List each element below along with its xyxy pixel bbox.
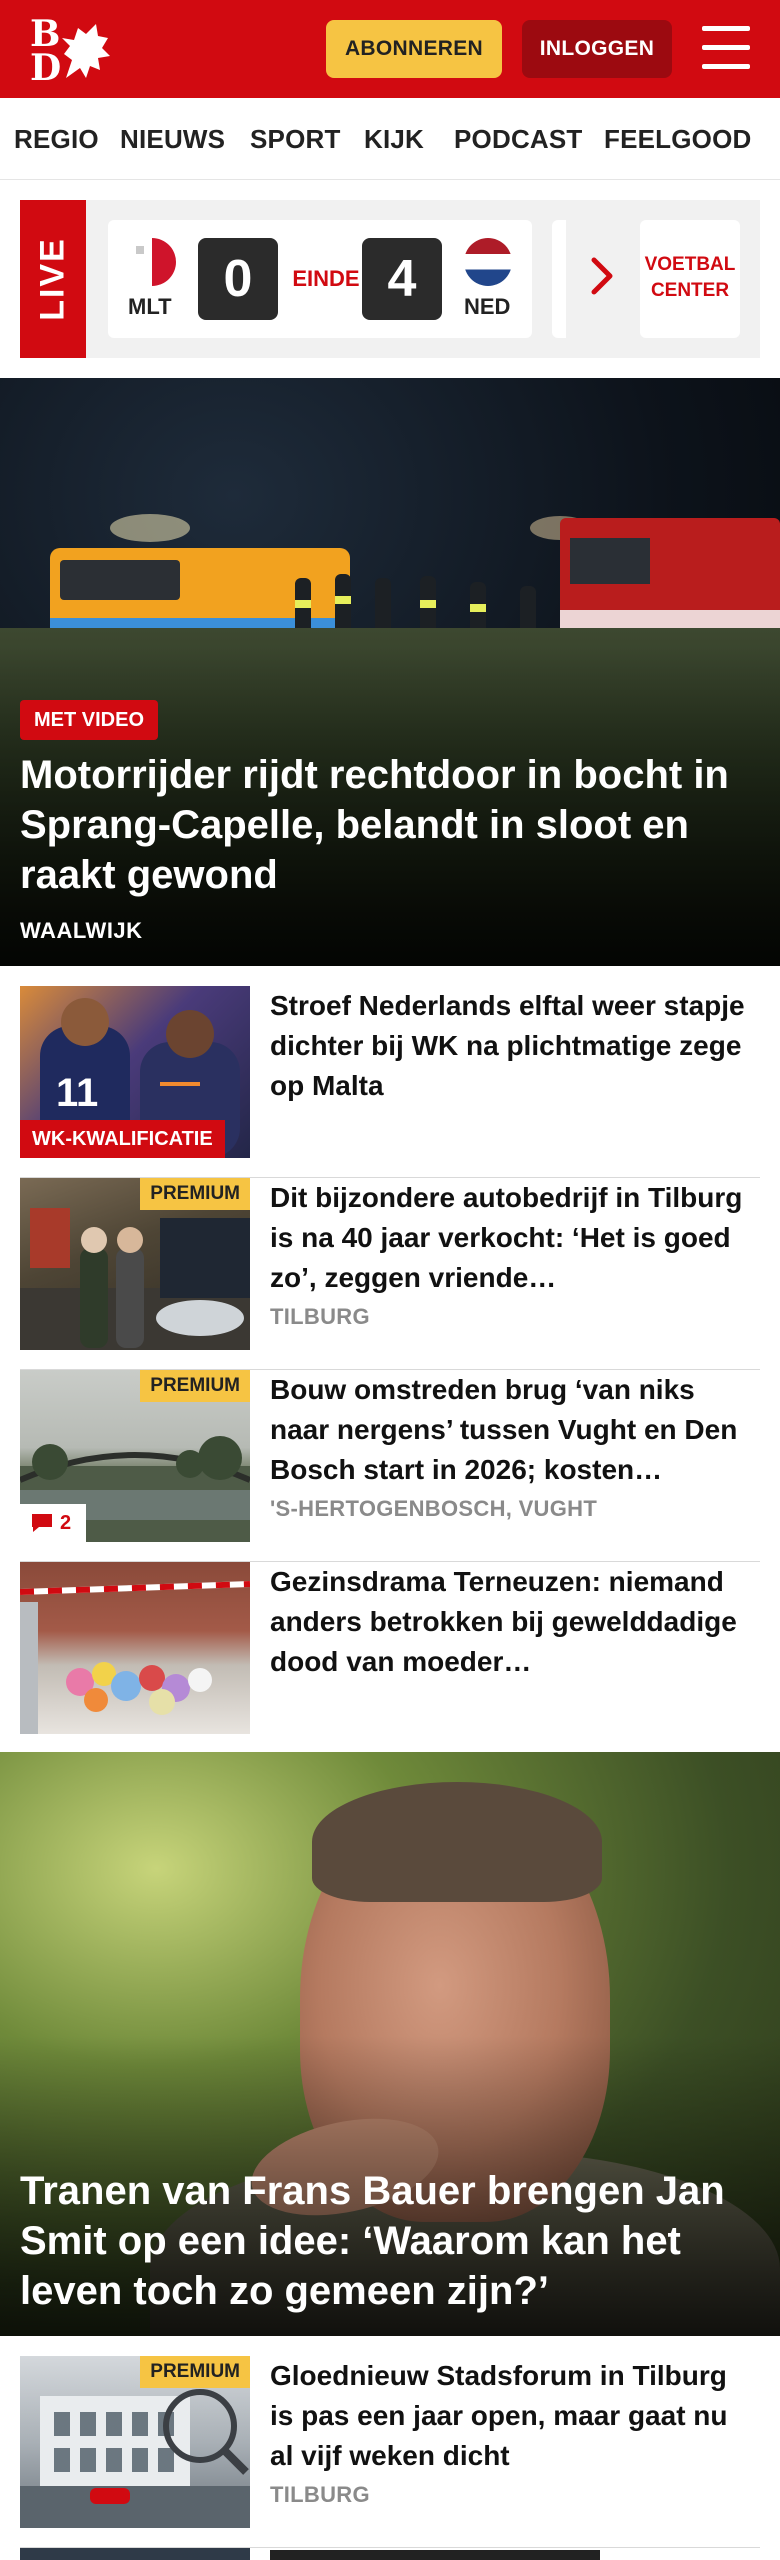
next-match-card[interactable] [552,220,566,338]
site-logo[interactable]: B D [26,16,116,86]
login-button[interactable]: INLOGGEN [522,20,672,78]
article-title[interactable]: Gloednieuw Stadsforum in Tilburg is pas … [270,2356,754,2476]
netherlands-flag-icon [464,238,512,286]
nav-item-sport[interactable]: SPORT [250,124,341,155]
nav-item-feelgood[interactable]: FEELGOOD [604,124,752,155]
hamburger-menu-icon[interactable] [700,26,752,70]
live-label: LIVE [33,237,72,321]
article-thumbnail [20,1562,250,1734]
list-item[interactable]: Gezinsdrama Terneuzen: niemand anders be… [20,1562,760,1754]
away-score: 4 [362,238,442,320]
hero-location: WAALWIJK [20,918,143,943]
match-status: EINDE [292,266,360,291]
comment-count[interactable]: 2 [20,1504,86,1542]
football-center-button[interactable]: VOETBAL CENTER [640,220,740,338]
list-item[interactable]: PREMIUM 2 Bouw omstreden brug ‘van niks … [20,1370,760,1562]
list-item[interactable]: PREMIUM Gloednieuw Stadsforum in Tilburg… [20,2356,760,2548]
article-location: TILBURG [270,1304,370,1329]
feature-image-hair [312,1782,602,1902]
article-thumbnail: PREMIUM 2 [20,1370,250,1542]
hero-title[interactable]: Motorrijder rijdt rechtdoor in bocht in … [20,750,760,900]
home-score: 0 [198,238,278,320]
svg-text:11: 11 [56,1071,98,1115]
next-list-item-peek [20,2548,760,2560]
subscribe-button[interactable]: ABONNEREN [326,20,502,78]
nav-scroll-fade [760,98,780,179]
nav-item-regio[interactable]: REGIO [14,124,99,155]
chevron-right-icon[interactable] [590,256,614,296]
list-item[interactable]: PREMIUM Dit bijzondere autobedrijf in Ti… [20,1178,760,1370]
away-team-code: NED [464,294,511,319]
article-title[interactable]: Stroef Nederlands elftal weer stapje dic… [270,986,754,1106]
comment-icon [32,1514,52,1532]
article-location: 'S-HERTOGENBOSCH, VUGHT [270,1496,598,1521]
video-badge: MET VIDEO [20,700,159,740]
comment-count-value: 2 [60,1512,72,1534]
feature-title[interactable]: Tranen van Frans Bauer brengen Jan Smit … [20,2166,760,2316]
memorial-flowers-illustration [20,1581,250,1734]
article-location: TILBURG [270,2482,370,2507]
site-header: B D ABONNEREN INLOGGEN [0,0,780,98]
premium-badge: PREMIUM [140,2356,250,2388]
article-title[interactable]: Gezinsdrama Terneuzen: niemand anders be… [270,1562,754,1682]
premium-badge: PREMIUM [140,1178,250,1210]
home-team-code: MLT [128,294,172,319]
list-item[interactable]: 11 WK-KWALIFICATIE Stroef Nederlands elf… [20,986,760,1178]
nav-item-podcast[interactable]: PODCAST [454,124,583,155]
nav-item-nieuws[interactable]: NIEUWS [120,124,225,155]
match-card[interactable]: MLT 0 EINDE 4 NED [108,220,532,338]
live-tag: LIVE [20,200,86,358]
article-thumbnail: PREMIUM [20,2356,250,2528]
article-title[interactable]: Bouw omstreden brug ‘van niks naar nerge… [270,1370,754,1490]
hero-article[interactable]: MET VIDEO Motorrijder rijdt rechtdoor in… [0,378,780,966]
article-thumbnail: 11 WK-KWALIFICATIE [20,986,250,1158]
category-tag: WK-KWALIFICATIE [20,1120,225,1158]
article-title[interactable]: Dit bijzondere autobedrijf in Tilburg is… [270,1178,754,1298]
section-nav: REGIO NIEUWS SPORT KIJK PODCAST FEELGOOD [0,98,780,180]
live-score-bar: LIVE MLT 0 EINDE 4 NED VOETBAL CENTER [20,200,760,358]
horse-icon [62,24,110,78]
premium-badge: PREMIUM [140,1370,250,1402]
nav-item-kijk[interactable]: KIJK [364,124,424,155]
malta-flag-icon [128,238,176,286]
article-thumbnail: PREMIUM [20,1178,250,1350]
feature-article[interactable]: Tranen van Frans Bauer brengen Jan Smit … [0,1752,780,2336]
